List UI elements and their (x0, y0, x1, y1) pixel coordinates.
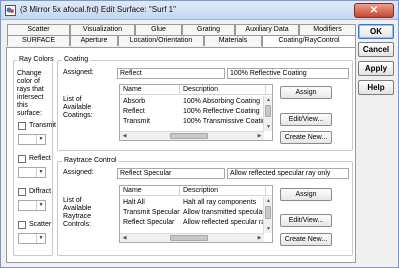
reflect-checkbox[interactable] (18, 155, 26, 163)
raytrace-list-label: List of Available Raytrace Controls: (63, 197, 92, 228)
coating-description: 100% Absorbing Coating (183, 98, 261, 105)
raytrace-name: Halt All (123, 199, 145, 206)
coating-assigned-field: Reflect (117, 68, 225, 79)
tab-aperture[interactable]: Aperture (70, 35, 118, 46)
reflect-label: Reflect (29, 155, 51, 162)
raytrace-list-header: Name Description (120, 186, 272, 196)
tab-visualization[interactable]: Visualization (70, 24, 135, 35)
ok-button[interactable]: OK (358, 24, 394, 39)
coating-description: 100% Reflective Coating (183, 108, 260, 115)
scroll-up-arrow-icon[interactable]: ▲ (264, 96, 272, 104)
scroll-right-arrow-icon[interactable]: ▶ (255, 132, 264, 140)
scrollbar-thumb[interactable] (265, 206, 271, 219)
list-item[interactable]: Reflect Specular Allow reflected specula… (120, 218, 272, 228)
coating-title: Coating (62, 56, 91, 63)
coating-edit-view-button[interactable]: Edit/View... (280, 113, 332, 126)
coating-name: Transmit (123, 118, 150, 125)
tab-panel: Ray Colors Change color of rays that int… (6, 47, 356, 263)
coatings-list[interactable]: Name Description Absorb 100% Absorbing C… (119, 84, 273, 141)
tab-auxiliary-data[interactable]: Auxiliary Data (235, 24, 299, 35)
coatings-list-header: Name Description (120, 85, 272, 95)
apply-button[interactable]: Apply (358, 61, 394, 76)
tab-scatter[interactable]: Scatter (7, 24, 70, 35)
raytrace-horizontal-scrollbar[interactable]: ◀ ▶ (120, 233, 264, 242)
list-item[interactable]: Transmit Specular Allow transmitted spec… (120, 208, 272, 218)
ray-colors-description: Change color of rays that intersect this… (17, 70, 44, 117)
reflect-color-select[interactable]: ▼ (18, 167, 46, 178)
list-item[interactable]: Transmit 100% Transmissive Coating (120, 117, 272, 127)
raytrace-control-title: Raytrace Control (62, 157, 119, 164)
transmit-label: Transmit (29, 122, 56, 129)
coating-description: 100% Transmissive Coating (183, 118, 266, 125)
coating-name: Reflect (123, 108, 145, 115)
chevron-down-icon: ▼ (36, 234, 45, 243)
list-item[interactable]: Reflect 100% Reflective Coating (120, 107, 272, 117)
scroll-down-arrow-icon[interactable]: ▼ (264, 123, 272, 131)
coating-description-field: 100% Reflective Coating (227, 68, 349, 79)
scatter-checkbox[interactable] (18, 221, 26, 229)
transmit-checkbox[interactable] (18, 122, 26, 130)
transmit-color-select[interactable]: ▼ (18, 134, 46, 145)
scroll-right-arrow-icon[interactable]: ▶ (255, 234, 264, 242)
raytrace-vertical-scrollbar[interactable]: ▲ ▼ (263, 197, 272, 233)
column-header-description[interactable]: Description (180, 85, 266, 95)
close-button[interactable]: ✕ (354, 3, 394, 18)
list-item[interactable]: Halt All Halt all ray components (120, 198, 272, 208)
tab-surface[interactable]: SURFACE (7, 35, 70, 46)
dialog-window: (3 Mirror 5x afocal.frd) Edit Surface: "… (0, 0, 399, 268)
scroll-down-arrow-icon[interactable]: ▼ (264, 225, 272, 233)
window-title: (3 Mirror 5x afocal.frd) Edit Surface: "… (20, 5, 176, 14)
scroll-left-arrow-icon[interactable]: ◀ (120, 132, 129, 140)
coating-assign-button[interactable]: Assign (280, 86, 332, 99)
tab-location-orientation[interactable]: Location/Orientation (118, 35, 204, 46)
raytrace-name: Transmit Specular (123, 209, 180, 216)
scrollbar-thumb[interactable] (170, 133, 208, 139)
ray-colors-title: Ray Colors (17, 56, 56, 63)
scatter-color-select[interactable]: ▼ (18, 233, 46, 244)
scroll-up-arrow-icon[interactable]: ▲ (264, 197, 272, 205)
raytrace-assigned-field: Reflect Specular (117, 168, 225, 179)
tab-glue[interactable]: Glue (135, 24, 182, 35)
coatings-vertical-scrollbar[interactable]: ▲ ▼ (263, 96, 272, 131)
app-icon (5, 5, 16, 16)
chevron-down-icon: ▼ (36, 135, 45, 144)
raytrace-create-new-button[interactable]: Create New... (280, 233, 332, 246)
tab-modifiers[interactable]: Modifiers (299, 24, 356, 35)
coatings-list-label: List of Available Coatings: (63, 96, 93, 119)
close-icon: ✕ (369, 5, 379, 16)
help-button[interactable]: Help (358, 80, 394, 95)
diffract-label: Diffract (29, 188, 52, 195)
tab-grating[interactable]: Grating (182, 24, 235, 35)
coating-name: Absorb (123, 98, 146, 105)
raytrace-description-field: Allow reflected specular ray only (227, 168, 349, 179)
chevron-down-icon: ▼ (36, 168, 45, 177)
scroll-left-arrow-icon[interactable]: ◀ (120, 234, 129, 242)
column-header-name[interactable]: Name (120, 85, 180, 95)
raytrace-edit-view-button[interactable]: Edit/View... (280, 214, 332, 227)
raytrace-assigned-label: Assigned: (63, 169, 94, 176)
raytrace-description: Allow transmitted specular r (183, 209, 266, 216)
scatter-label: Scatter (29, 221, 52, 228)
scrollbar-thumb[interactable] (265, 105, 271, 117)
coating-assigned-label: Assigned: (63, 69, 94, 76)
raytrace-assign-button[interactable]: Assign (280, 188, 332, 201)
column-header-description[interactable]: Description (180, 186, 266, 196)
title-bar[interactable]: (3 Mirror 5x afocal.frd) Edit Surface: "… (1, 1, 398, 20)
raytrace-controls-list[interactable]: Name Description Halt All Halt all ray c… (119, 185, 273, 243)
tab-coating-raycontrol[interactable]: Coating/RayControl (262, 35, 356, 47)
diffract-checkbox[interactable] (18, 188, 26, 196)
coatings-horizontal-scrollbar[interactable]: ◀ ▶ (120, 131, 264, 140)
raytrace-name: Reflect Specular (123, 219, 175, 226)
scrollbar-thumb[interactable] (170, 235, 208, 241)
list-item[interactable]: Absorb 100% Absorbing Coating (120, 97, 272, 107)
tab-materials[interactable]: Materials (204, 35, 262, 46)
raytrace-description: Allow reflected specular ray (183, 219, 266, 226)
coating-create-new-button[interactable]: Create New... (280, 131, 332, 144)
column-header-name[interactable]: Name (120, 186, 180, 196)
cancel-button[interactable]: Cancel (358, 42, 394, 57)
raytrace-description: Halt all ray components (183, 199, 257, 206)
chevron-down-icon: ▼ (36, 201, 45, 210)
diffract-color-select[interactable]: ▼ (18, 200, 46, 211)
